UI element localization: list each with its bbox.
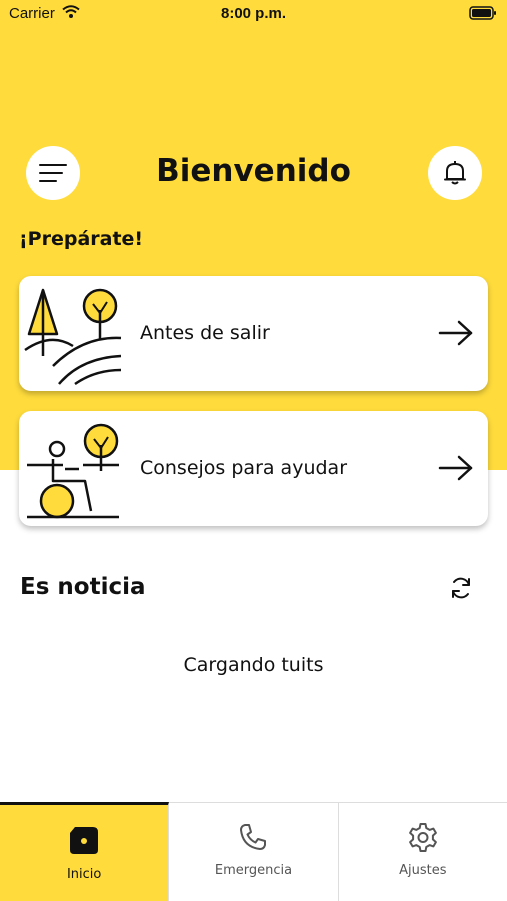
wheelchair-person-illustration (27, 423, 119, 519)
tab-inicio[interactable]: Inicio (0, 802, 170, 901)
tab-emergencia[interactable]: Emergencia (169, 803, 339, 901)
landscape-trees-illustration (24, 288, 122, 386)
arrow-right-icon (438, 320, 473, 346)
card-label: Consejos para ayudar (140, 457, 348, 479)
gear-icon (408, 823, 437, 852)
status-time: 8:00 p.m. (220, 5, 287, 22)
card-antes-de-salir[interactable]: Antes de salir (19, 276, 488, 391)
news-section-title: Es noticia (20, 574, 146, 600)
tab-label: Emergencia (214, 863, 293, 878)
loading-tweets-text: Cargando tuits (183, 654, 324, 676)
tab-label: Ajustes (399, 863, 447, 878)
tab-ajustes[interactable]: Ajustes (339, 803, 507, 901)
section-label-prepare: ¡Prepárate! (19, 228, 144, 250)
tab-label: Inicio (66, 867, 102, 882)
battery-icon (469, 6, 496, 20)
card-label: Antes de salir (140, 322, 270, 344)
home-icon (70, 827, 99, 854)
notifications-button[interactable] (428, 146, 482, 200)
bell-icon (444, 161, 466, 185)
card-consejos-para-ayudar[interactable]: Consejos para ayudar (19, 411, 488, 526)
phone-icon (240, 824, 267, 850)
arrow-right-icon (438, 455, 473, 481)
status-bar: Carrier 8:00 p.m. (0, 0, 507, 30)
refresh-icon[interactable] (449, 576, 473, 600)
tab-bar: Inicio Emergencia Ajustes (0, 802, 507, 901)
